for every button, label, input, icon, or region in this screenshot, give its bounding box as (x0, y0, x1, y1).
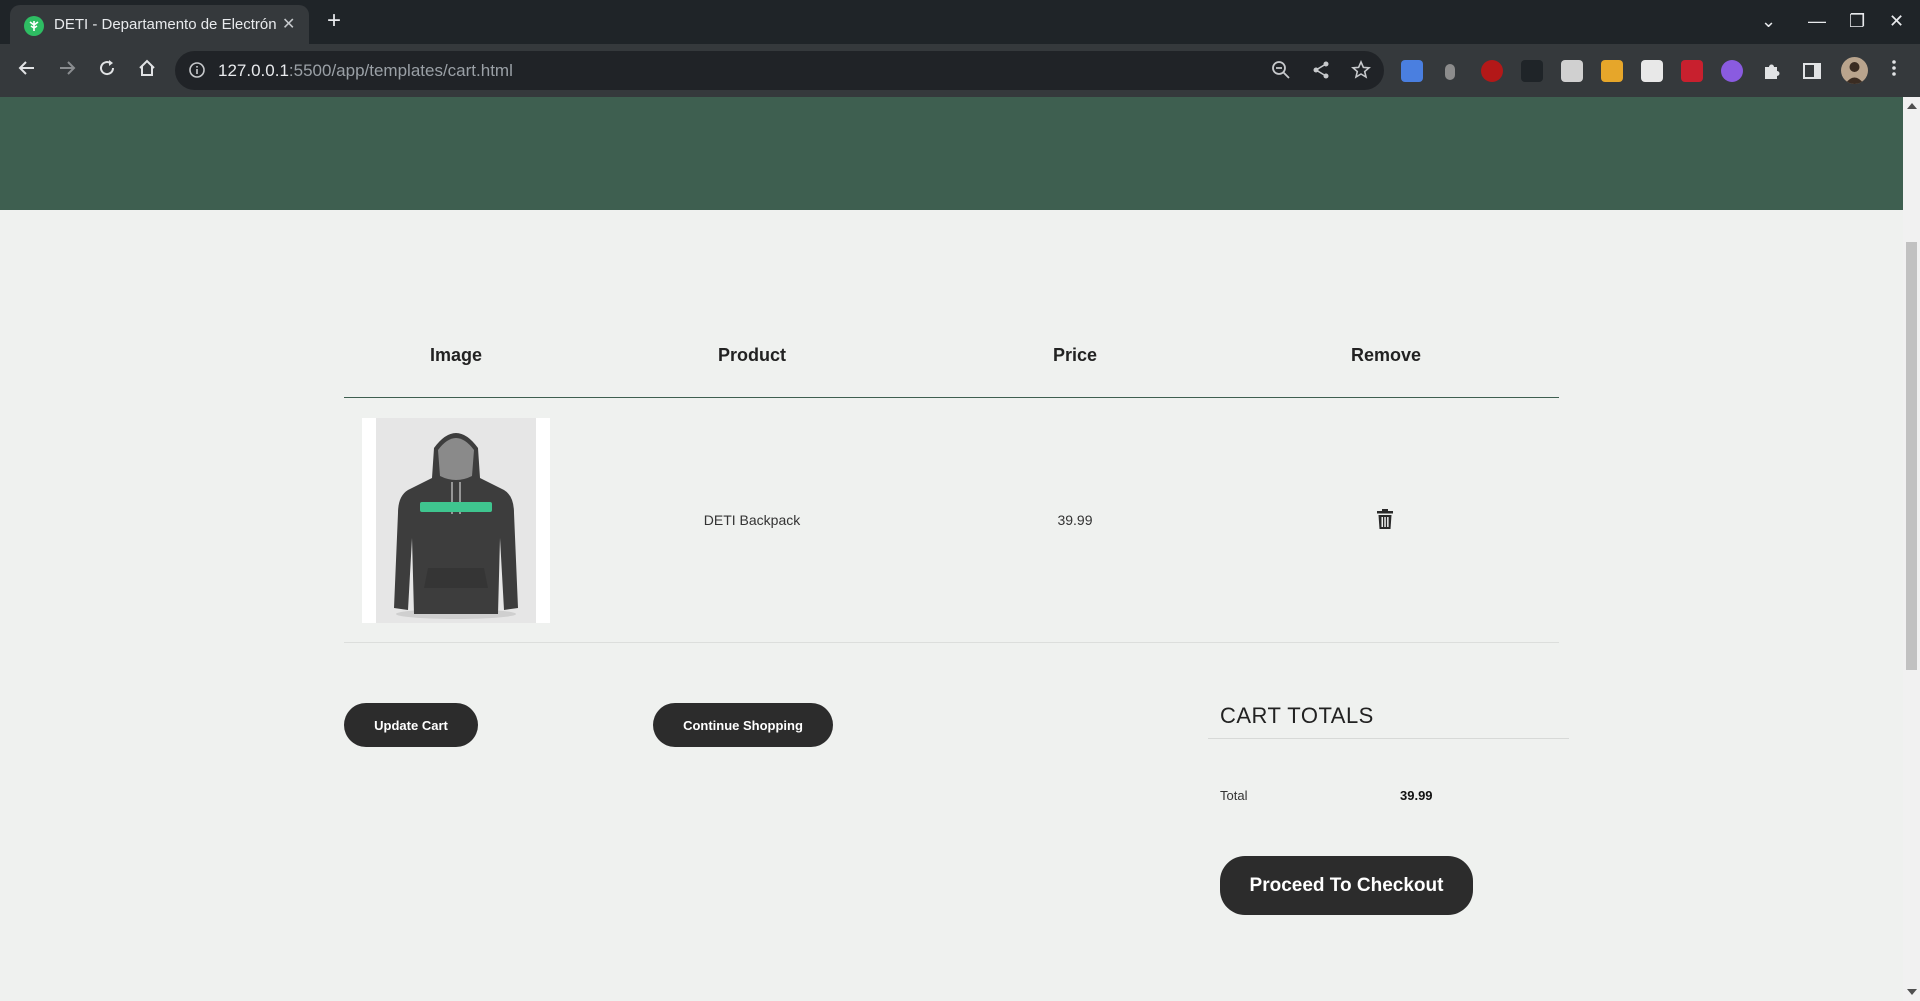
table-row-divider (344, 642, 1559, 643)
browser-menu-icon[interactable] (1881, 58, 1907, 84)
profile-avatar[interactable] (1841, 57, 1868, 84)
proceed-to-checkout-button[interactable]: Proceed To Checkout (1220, 856, 1473, 915)
home-icon[interactable] (134, 58, 160, 84)
table-header-divider (344, 397, 1559, 398)
url-path: :5500/app/templates/cart.html (288, 61, 513, 80)
hoodie-image-icon (394, 433, 518, 619)
google-translate-icon[interactable] (1401, 60, 1423, 82)
browser-tab-strip: DETI - Departamento de Electrónica ✕ + ⌄… (0, 0, 1920, 44)
share-icon[interactable] (1310, 60, 1332, 82)
new-tab-button[interactable]: + (327, 8, 341, 34)
side-panel-icon[interactable] (1801, 60, 1823, 82)
total-value: 39.99 (1400, 788, 1433, 803)
column-header-image: Image (429, 345, 483, 365)
extension-panda-icon[interactable] (1641, 60, 1663, 82)
product-image (362, 418, 550, 623)
zoom-icon[interactable] (1270, 60, 1292, 82)
remove-item-trash-icon[interactable] (1377, 509, 1393, 529)
column-header-price: Price (1052, 345, 1098, 365)
extension-purple-icon[interactable] (1721, 60, 1743, 82)
tab-title: DETI - Departamento de Electrónica (54, 16, 276, 33)
extension-paw-icon[interactable] (1521, 60, 1543, 82)
ublock-icon[interactable] (1481, 60, 1503, 82)
forward-icon[interactable] (54, 58, 80, 84)
address-bar[interactable]: 127.0.0.1:5500/app/templates/cart.html (175, 51, 1384, 90)
column-header-remove: Remove (1350, 345, 1422, 365)
product-price: 39.99 (1057, 512, 1093, 528)
reload-icon[interactable] (94, 58, 120, 84)
site-info-icon[interactable] (188, 61, 206, 79)
continue-shopping-button[interactable]: Continue Shopping (653, 703, 833, 747)
cart-totals-divider (1208, 738, 1569, 739)
url-host: 127.0.0.1 (218, 61, 289, 80)
cart-totals-title: CART TOTALS (1220, 703, 1374, 728)
browser-tab[interactable]: DETI - Departamento de Electrónica ✕ (10, 5, 309, 44)
update-cart-button[interactable]: Update Cart (344, 703, 478, 747)
extensions-puzzle-icon[interactable] (1761, 60, 1783, 82)
bookmark-star-icon[interactable] (1350, 60, 1372, 82)
tab-search-icon[interactable]: ⌄ (1761, 10, 1776, 32)
extension-media-icon[interactable] (1681, 60, 1703, 82)
scroll-up-icon[interactable] (1907, 103, 1917, 109)
scrollbar-thumb[interactable] (1906, 242, 1917, 670)
browser-toolbar: 127.0.0.1:5500/app/templates/cart.html (0, 44, 1920, 97)
page-scrollbar[interactable] (1903, 97, 1920, 1001)
column-header-product: Product (717, 345, 786, 365)
url-text: 127.0.0.1:5500/app/templates/cart.html (218, 61, 513, 81)
scroll-down-icon[interactable] (1907, 989, 1917, 995)
close-window-button[interactable]: ✕ (1889, 10, 1904, 32)
extension-glasses-icon[interactable] (1561, 60, 1583, 82)
product-name: DETI Backpack (703, 512, 801, 528)
site-header-banner (0, 97, 1903, 210)
extension-mouse-icon[interactable] (1445, 64, 1455, 80)
back-icon[interactable] (14, 58, 40, 84)
tab-close-icon[interactable]: ✕ (282, 15, 295, 35)
deti-favicon-icon (24, 16, 44, 36)
minimize-button[interactable]: — (1808, 10, 1826, 32)
extension-color-icon[interactable] (1601, 60, 1623, 82)
restore-button[interactable]: ❐ (1849, 10, 1865, 32)
total-label: Total (1220, 788, 1248, 803)
